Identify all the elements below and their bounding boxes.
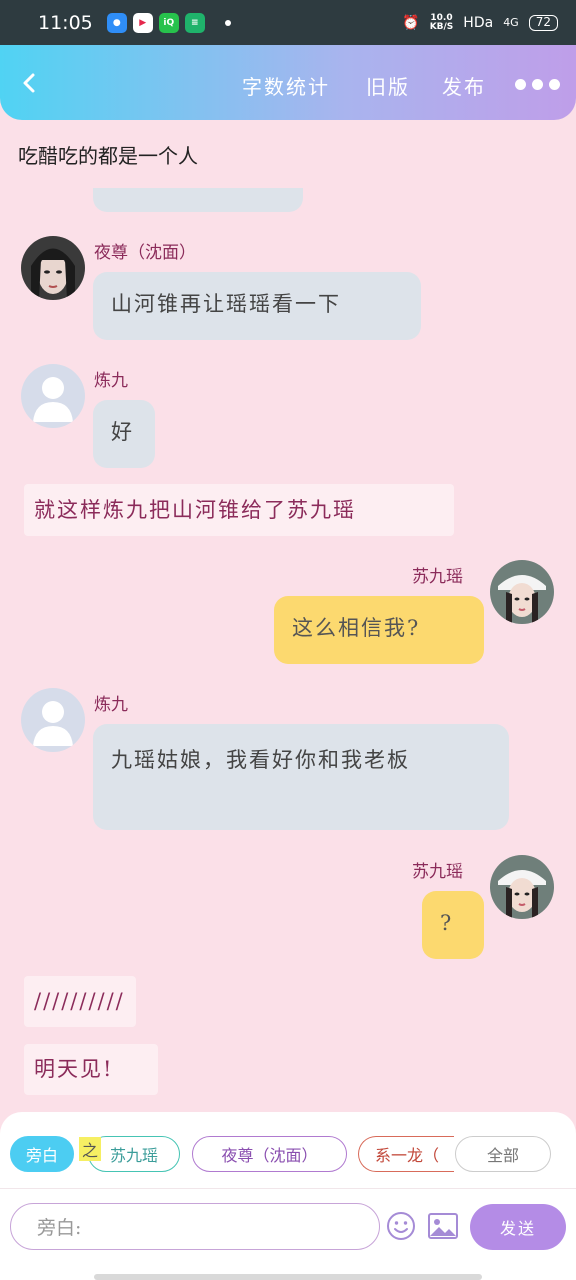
hd-indicator: HDa [463, 14, 494, 31]
female-character-avatar-icon [490, 855, 554, 919]
sender-name: 苏九瑶 [412, 862, 463, 882]
notification-dot-icon [224, 19, 231, 26]
send-button[interactable]: 发送 [470, 1204, 566, 1250]
gesture-bar [94, 1274, 482, 1280]
more-options-button[interactable] [515, 79, 560, 90]
avatar[interactable] [21, 236, 85, 300]
avatar[interactable] [21, 688, 85, 752]
image-icon [428, 1213, 458, 1239]
net-speed: 10.0 KB/S [429, 13, 454, 32]
sender-name: 炼九 [94, 371, 128, 391]
reader-app-icon: ≡ [184, 12, 205, 33]
role-chip-ye-zun[interactable]: 夜尊（沈面） [192, 1136, 347, 1172]
previous-message-bubble[interactable] [93, 188, 303, 212]
chat-title: 吃醋吃的都是一个人 [18, 144, 198, 168]
message-bubble[interactable]: ? [422, 891, 484, 959]
image-button[interactable] [427, 1212, 459, 1240]
message-bubble[interactable]: 九瑶姑娘，我看好你和我老板 [93, 724, 509, 830]
browser-app-icon: ● [106, 12, 127, 33]
message-bubble[interactable]: 山河锥再让瑶瑶看一下 [93, 272, 421, 340]
avatar[interactable] [21, 364, 85, 428]
sender-name: 夜尊（沈面） [94, 243, 196, 263]
narration-block[interactable]: 就这样炼九把山河锥给了苏九瑶 [24, 484, 454, 536]
divider [0, 1188, 576, 1189]
narration-block[interactable]: 明天见! [24, 1044, 158, 1095]
narration-block[interactable]: ////////// [24, 976, 136, 1027]
smiley-icon [387, 1212, 415, 1240]
role-chip-all[interactable]: 全部 [455, 1136, 551, 1172]
default-user-avatar-icon [21, 364, 85, 428]
battery-indicator: 72 [528, 14, 558, 31]
old-version-button[interactable]: 旧版 [366, 71, 410, 100]
back-button[interactable] [18, 71, 42, 95]
status-time: 11:05 [38, 11, 93, 34]
role-chip-su-jiuyao[interactable]: 苏九瑶 [88, 1136, 180, 1172]
avatar[interactable] [490, 560, 554, 624]
status-bar: 11:05 ● ▶ iQ ≡ ⏰ 10.0 KB/S HDa 4G 72 [0, 0, 576, 45]
more-dot-icon [549, 79, 560, 90]
message-input[interactable]: 旁白: [10, 1203, 380, 1250]
alarm-icon: ⏰ [402, 14, 420, 31]
net-speed-unit: KB/S [429, 21, 454, 32]
chevron-left-icon [23, 73, 35, 93]
message-bubble[interactable]: 好 [93, 400, 155, 468]
more-dot-icon [515, 79, 526, 90]
top-header: 字数统计 旧版 发布 [0, 45, 576, 120]
sender-name: 苏九瑶 [412, 567, 463, 587]
role-chip-aside[interactable]: 旁白 [10, 1136, 74, 1172]
iqiyi-app-icon: iQ [158, 12, 179, 33]
youku-app-icon: ▶ [132, 12, 153, 33]
male-character-avatar-icon [21, 236, 85, 300]
role-chip-partial[interactable]: 系一龙（ [358, 1136, 454, 1172]
word-count-button[interactable]: 字数统计 [242, 71, 330, 100]
message-bubble[interactable]: 这么相信我? [274, 596, 484, 664]
female-character-avatar-icon [490, 560, 554, 624]
more-dot-icon [532, 79, 543, 90]
emoji-button[interactable] [386, 1211, 416, 1241]
sender-name: 炼九 [94, 695, 128, 715]
avatar[interactable] [490, 855, 554, 919]
highlight-marker: 之 [79, 1137, 101, 1161]
signal-indicator: 4G [503, 16, 519, 29]
publish-button[interactable]: 发布 [442, 71, 486, 100]
default-user-avatar-icon [21, 688, 85, 752]
